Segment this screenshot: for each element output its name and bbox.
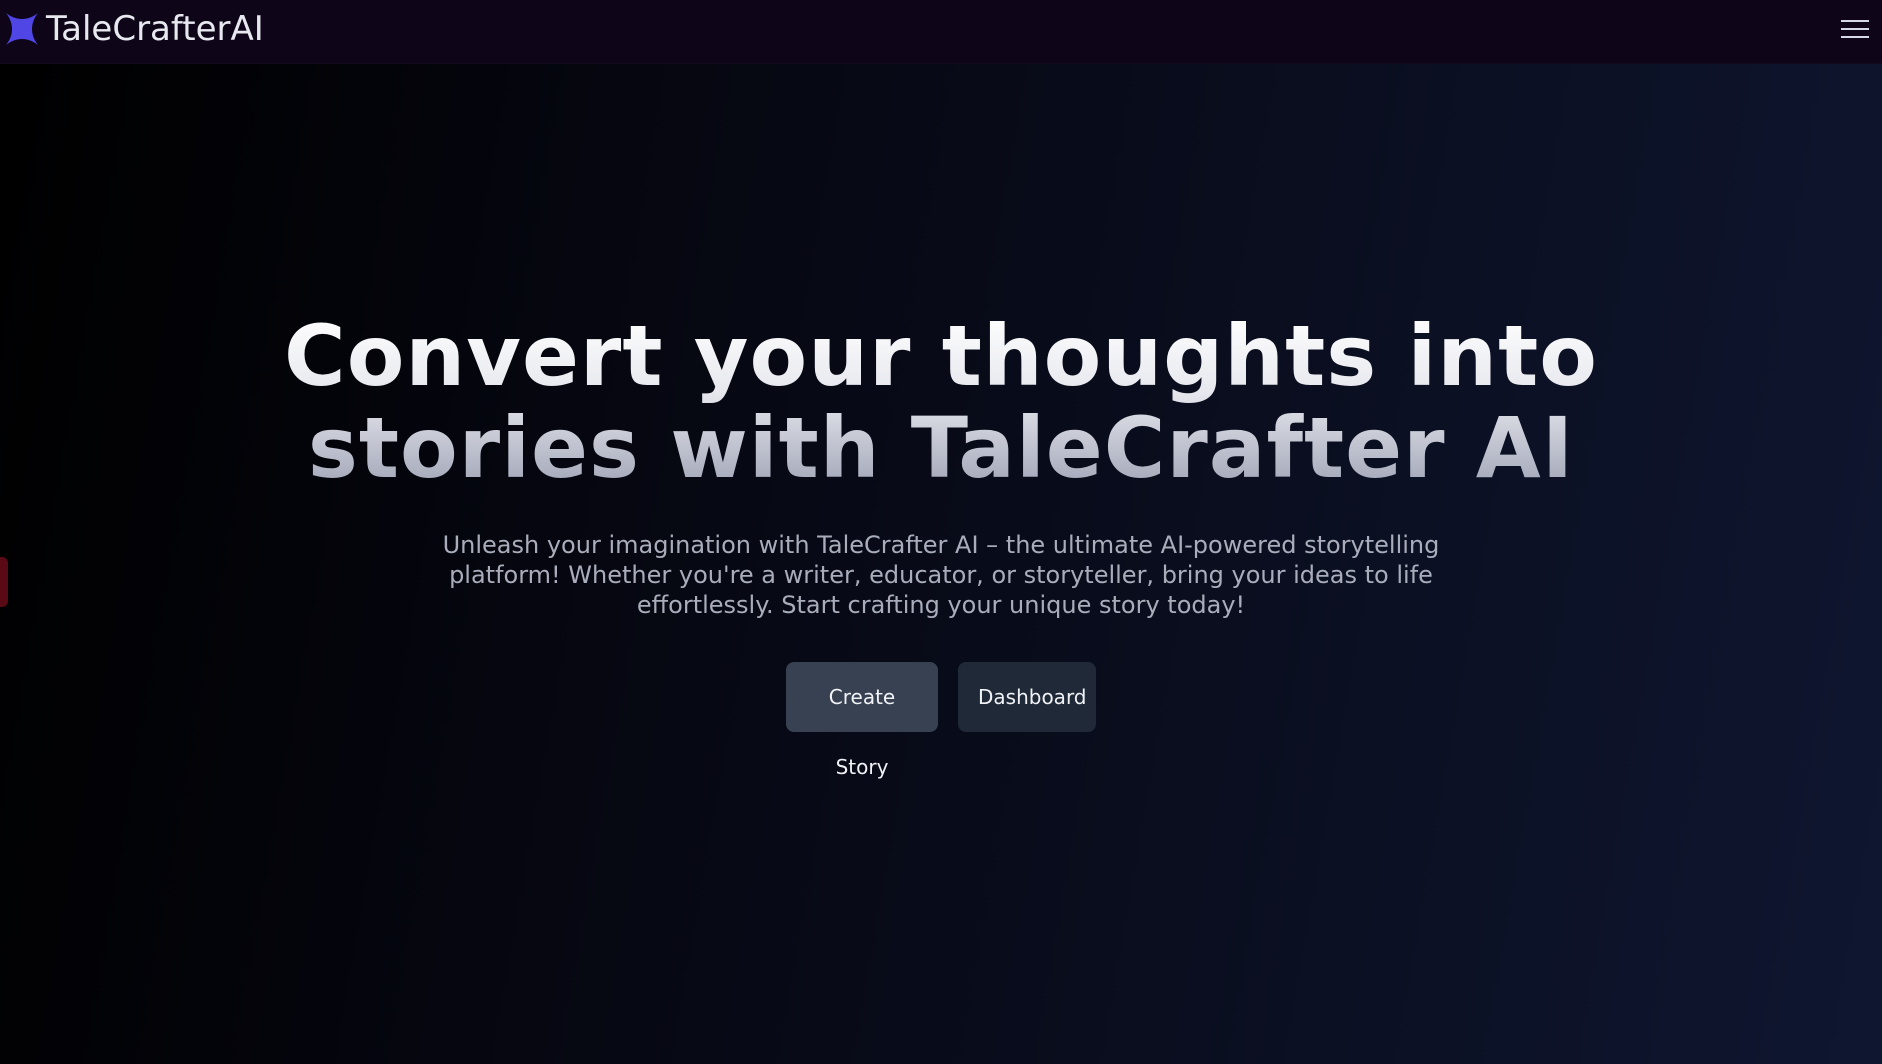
hero-title-line-2: stories with TaleCrafter AI [307, 399, 1575, 497]
hero-actions: Create Story Dashboard [0, 662, 1882, 779]
dashboard-button[interactable]: Dashboard [958, 662, 1096, 732]
create-story-button[interactable]: Create Story [786, 662, 938, 779]
hero-section: Convert your thoughts into stories with … [0, 310, 1882, 779]
hero-title: Convert your thoughts into stories with … [0, 310, 1882, 494]
brand-name: TaleCrafterAI [46, 9, 264, 49]
hamburger-menu-icon[interactable] [1838, 15, 1872, 43]
four-point-star-icon [6, 13, 38, 45]
brand[interactable]: TaleCrafterAI [4, 8, 264, 50]
top-navbar: TaleCrafterAI [0, 0, 1882, 64]
hero-title-line-1: Convert your thoughts into [284, 307, 1598, 405]
hero-subtitle: Unleash your imagination with TaleCrafte… [442, 531, 1440, 619]
